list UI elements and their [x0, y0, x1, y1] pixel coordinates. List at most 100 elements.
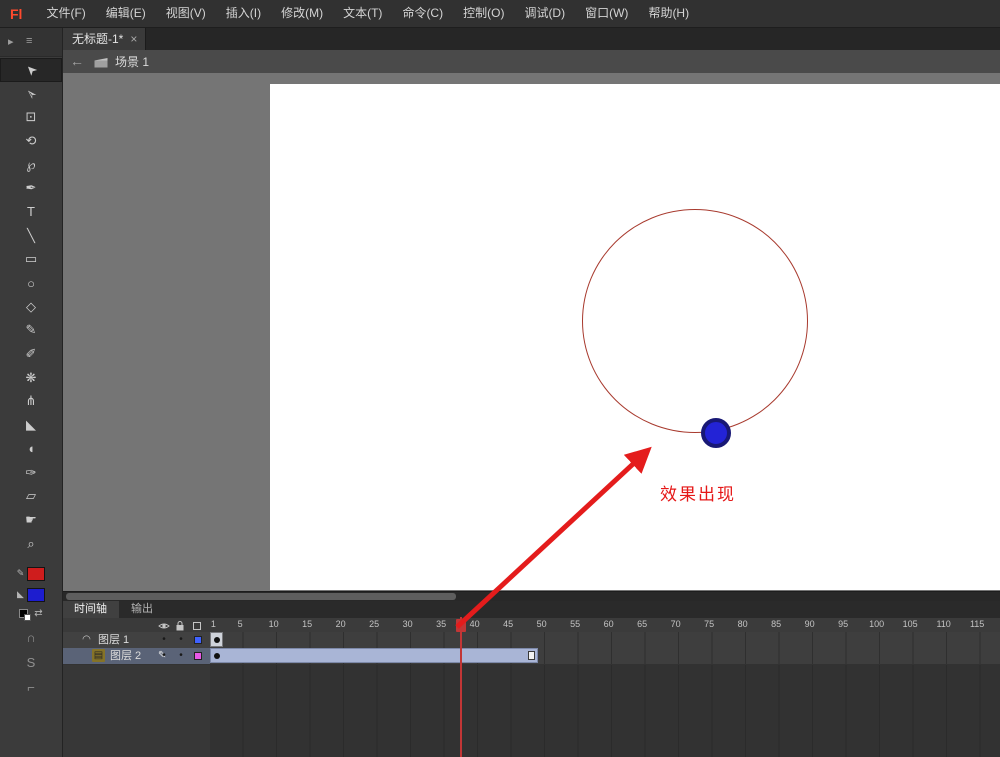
tab-output[interactable]: 输出: [119, 601, 165, 618]
text-tool[interactable]: T: [0, 200, 62, 224]
ruler-label: 35: [436, 619, 447, 629]
free-transform-tool[interactable]: ⊡: [0, 105, 62, 129]
horizontal-scrollbar-thumb[interactable]: [66, 593, 456, 600]
close-tab-icon[interactable]: ×: [130, 32, 137, 46]
guide-layer-icon: ◠: [82, 634, 91, 645]
oval-tool-icon: ○: [27, 275, 35, 291]
ruler-label: 70: [670, 619, 681, 629]
zoom-tool[interactable]: ⌕: [0, 532, 62, 556]
selection-tool-icon: ➤: [21, 61, 40, 80]
scene-label[interactable]: 场景 1: [115, 53, 149, 70]
eraser-tool[interactable]: ▱: [0, 484, 62, 508]
bone-tool[interactable]: ⋔: [0, 390, 62, 414]
text-tool-icon: T: [27, 204, 35, 220]
menu-item[interactable]: 控制(O): [453, 0, 514, 27]
timeline-frames-area: 1 5 10 15 20 25 30 35 40 45 50 55 60 65 70 75 80 85 90 95 10…: [210, 618, 1000, 757]
line-tool[interactable]: ╲: [0, 224, 62, 248]
tools-panel: ▸ ≡ ➤ ➢ ⊡ ⟲ ℘ ✒ T ╲ ▭ ○ ◇ ✎ ✐ ❋ ⋔ ◣ ◖ ✑ ▱ ☛ ⌕ ✎ ◣ ⇄ ∩ S ⌐: [0, 27, 63, 757]
ink-bottle-tool[interactable]: ◖: [0, 437, 62, 461]
timeline-panel: 时间轴 输出 ◠ 图层 1 • • ▤ 图层 2 ✎ • • 1 5 10 15…: [62, 601, 1000, 757]
menubar: Fl 文件(F) 编辑(E) 视图(V) 插入(I) 修改(M) 文本(T) 命令(C) 控制…: [0, 0, 1000, 28]
scene-clapboard-icon: [94, 56, 109, 68]
empty-frames-grid[interactable]: [210, 664, 1000, 757]
menu-item[interactable]: 窗口(W): [575, 0, 638, 27]
subselection-tool[interactable]: ➢: [0, 82, 62, 106]
menu-item[interactable]: 调试(D): [514, 0, 575, 27]
menu-item[interactable]: 视图(V): [156, 0, 216, 27]
tools-list: ➤ ➢ ⊡ ⟲ ℘ ✒ T ╲ ▭ ○ ◇ ✎ ✐ ❋ ⋔ ◣ ◖ ✑ ▱ ☛ ⌕: [0, 58, 62, 555]
layer-row-1[interactable]: ◠ 图层 1 • •: [62, 632, 210, 649]
blue-ball-graphic[interactable]: [701, 418, 731, 448]
app-logo: Fl: [10, 5, 23, 22]
ruler-label: 80: [737, 619, 748, 629]
pen-tool[interactable]: ✒: [0, 176, 62, 200]
layer-lock-dot[interactable]: •: [175, 648, 187, 664]
ruler-label: 40: [469, 619, 480, 629]
fill-color-swatch[interactable]: [26, 587, 45, 602]
brush-tool[interactable]: ✐: [0, 342, 62, 366]
motion-path-circle[interactable]: [582, 209, 808, 433]
menu-item[interactable]: 编辑(E): [96, 0, 156, 27]
3d-rotation-tool[interactable]: ⟲: [0, 129, 62, 153]
frame-ruler[interactable]: 1 5 10 15 20 25 30 35 40 45 50 55 60 65 70 75 80 85 90 95 10…: [210, 618, 1000, 633]
layer-lock-dot[interactable]: •: [175, 632, 187, 648]
menu-item[interactable]: 命令(C): [392, 0, 453, 27]
tab-timeline[interactable]: 时间轴: [62, 601, 119, 618]
lasso-tool[interactable]: ℘: [0, 153, 62, 177]
frames-row-1[interactable]: [210, 632, 1000, 649]
snap-magnet-icon[interactable]: ∩: [0, 625, 62, 650]
hand-tool[interactable]: ☛: [0, 508, 62, 532]
frame-span[interactable]: [210, 648, 539, 663]
menu-items: 文件(F) 编辑(E) 视图(V) 插入(I) 修改(M) 文本(T) 命令(C) 控制(O)…: [36, 0, 699, 27]
menu-item[interactable]: 帮助(H): [638, 0, 699, 27]
pencil-tool-icon: ✎: [25, 322, 37, 338]
pencil-tool[interactable]: ✎: [0, 319, 62, 343]
frame-span[interactable]: [210, 632, 224, 647]
stage-canvas[interactable]: 效果出现: [270, 84, 1000, 590]
ruler-label: 75: [704, 619, 715, 629]
document-tab[interactable]: 无标题-1* ×: [62, 27, 147, 50]
stroke-color-row: ✎: [0, 563, 62, 584]
paint-bucket-tool-icon: ◣: [26, 417, 36, 433]
menu-item[interactable]: 文本(T): [333, 0, 392, 27]
ruler-label: 45: [503, 619, 514, 629]
stroke-color-swatch[interactable]: [27, 566, 46, 581]
ruler-label: 115: [969, 619, 985, 629]
layer-outline-color[interactable]: [194, 652, 202, 660]
layer-name: 图层 2: [110, 650, 142, 662]
straighten-icon[interactable]: ⌐: [0, 675, 62, 700]
layer-name: 图层 1: [98, 634, 130, 646]
smooth-icon[interactable]: S: [0, 650, 62, 675]
3d-rotation-tool-icon: ⟲: [25, 132, 37, 148]
back-arrow-icon[interactable]: ←: [70, 50, 84, 73]
menu-item[interactable]: 插入(I): [216, 0, 271, 27]
layer-outline-color[interactable]: [194, 636, 202, 644]
eyedropper-tool[interactable]: ✑: [0, 461, 62, 485]
selection-tool[interactable]: ➤: [0, 58, 62, 82]
ruler-label: 5: [237, 619, 243, 629]
keyframe-dot: [214, 653, 220, 659]
menu-item[interactable]: 文件(F): [36, 0, 95, 27]
zoom-tool-icon: ⌕: [27, 535, 35, 551]
subselection-tool-icon: ➢: [21, 84, 40, 104]
layer-visibility-dot[interactable]: •: [158, 632, 170, 648]
panel-menu-icon[interactable]: ≡: [26, 35, 32, 47]
oval-tool[interactable]: ○: [0, 271, 62, 295]
deco-tool[interactable]: ❋: [0, 366, 62, 390]
polystar-tool[interactable]: ◇: [0, 295, 62, 319]
swap-colors-icon[interactable]: ⇄: [34, 608, 42, 619]
panel-collapse-icon[interactable]: ▸: [8, 35, 14, 48]
ruler-label: 65: [637, 619, 648, 629]
ruler-label: 30: [402, 619, 413, 629]
paint-bucket-tool[interactable]: ◣: [0, 413, 62, 437]
menu-item[interactable]: 修改(M): [271, 0, 333, 27]
black-white-colors-icon[interactable]: [19, 608, 32, 621]
layer-row-2[interactable]: ▤ 图层 2 ✎ • •: [62, 648, 210, 665]
layer-visibility-dot[interactable]: •: [158, 648, 170, 664]
eraser-tool-icon: ▱: [26, 488, 36, 504]
frames-row-2[interactable]: [210, 648, 1000, 665]
rectangle-tool[interactable]: ▭: [0, 248, 62, 272]
brush-tool-icon: ✐: [25, 346, 37, 362]
keyframe-dot: [214, 637, 220, 643]
playhead-line[interactable]: [460, 617, 463, 757]
